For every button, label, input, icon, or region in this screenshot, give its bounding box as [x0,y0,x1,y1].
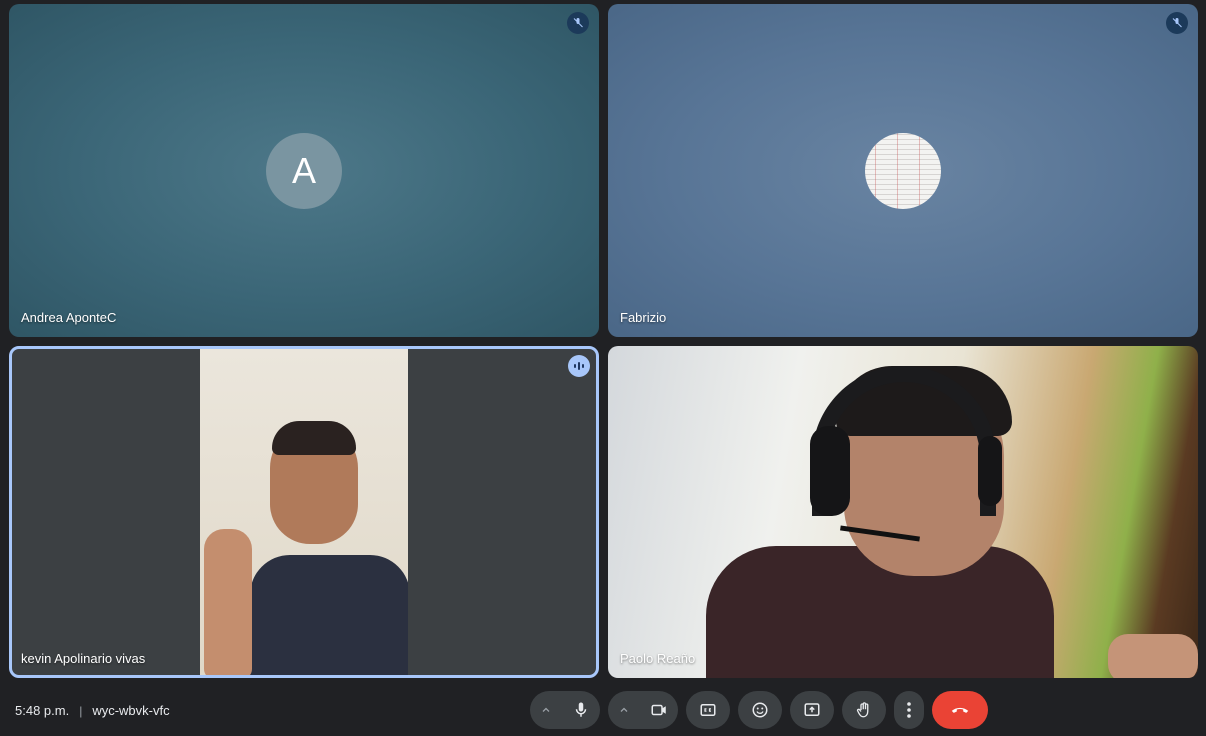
mic-control-group [530,691,600,729]
participant-tile-kevin[interactable]: kevin Apolinario vivas [9,346,599,678]
participant-tile-fabrizio[interactable]: Fabrizio [608,4,1198,337]
present-screen-icon [804,703,820,716]
call-end-icon [951,707,969,713]
more-vert-icon [907,702,911,718]
video-person-shirt [250,555,408,675]
leave-call-button[interactable] [932,691,988,729]
raise-hand-button[interactable] [842,691,886,729]
headset-earcup [810,426,850,516]
reactions-button[interactable] [738,691,782,729]
meeting-toolbar: 5:48 p.m. | wyc-wbvk-vfc [0,686,1206,736]
video-options-button[interactable] [608,691,640,729]
avatar [865,133,941,209]
present-button[interactable] [790,691,834,729]
mic-off-icon [567,12,589,34]
camera-control-group [608,691,678,729]
more-options-button[interactable] [894,691,924,729]
video-person-hand [1108,634,1198,678]
captions-button[interactable] [686,691,730,729]
closed-captions-icon [700,704,716,716]
divider: | [79,703,83,718]
participant-name: Andrea AponteC [21,310,117,325]
participant-name: Paolo Reaño [620,651,696,666]
headset-earcup [978,436,1002,506]
videocam-icon [651,704,666,716]
mic-toggle-button[interactable] [562,691,600,729]
participant-name: Fabrizio [620,310,667,325]
emoji-icon [752,702,768,718]
participant-tile-paolo[interactable]: Paolo Reaño [608,346,1198,678]
meeting-info: 5:48 p.m. | wyc-wbvk-vfc [15,703,170,718]
avatar: A [266,133,342,209]
mic-off-icon [1166,12,1188,34]
participant-tile-andrea[interactable]: A Andrea AponteC [9,4,599,337]
speaking-indicator-icon [568,355,590,377]
hand-icon [856,702,869,718]
meeting-time: 5:48 p.m. [15,703,70,718]
video-person-hair [272,421,356,455]
meeting-code[interactable]: wyc-wbvk-vfc [92,703,169,718]
audio-options-button[interactable] [530,691,562,729]
camera-toggle-button[interactable] [640,691,678,729]
chevron-up-icon [542,707,550,712]
participant-video [200,349,408,675]
microphone-icon [575,702,587,717]
call-controls [530,691,988,729]
chevron-up-icon [620,707,628,712]
video-person-hand [204,529,252,675]
participant-name: kevin Apolinario vivas [21,651,146,666]
